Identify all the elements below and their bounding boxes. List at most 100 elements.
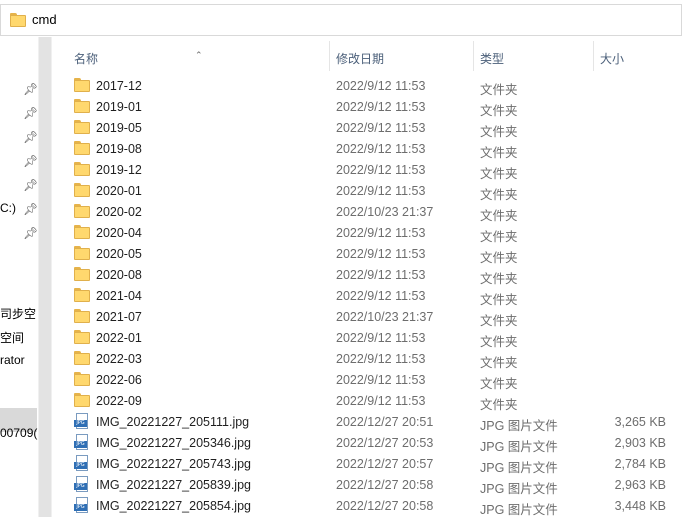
file-date: 2022/9/12 11:53 bbox=[336, 142, 426, 156]
nav-label: C:) bbox=[0, 201, 16, 215]
file-date: 2022/9/12 11:53 bbox=[336, 184, 426, 198]
file-row[interactable]: 2022-03 2022/9/12 11:53 文件夹 bbox=[52, 348, 688, 370]
nav-item[interactable]: 📌︎ bbox=[0, 77, 38, 101]
file-row[interactable]: JPG IMG_20221227_205346.jpg 2022/12/27 2… bbox=[52, 432, 688, 454]
file-row[interactable]: 2022-06 2022/9/12 11:53 文件夹 bbox=[52, 369, 688, 391]
pin-icon: 📌︎ bbox=[23, 154, 38, 168]
file-row[interactable]: JPG IMG_20221227_205111.jpg 2022/12/27 2… bbox=[52, 411, 688, 433]
file-name: 2019-01 bbox=[96, 100, 142, 114]
file-row[interactable]: JPG IMG_20221227_205743.jpg 2022/12/27 2… bbox=[52, 453, 688, 475]
nav-scrollbar-thumb[interactable] bbox=[39, 37, 51, 517]
file-row[interactable]: JPG IMG_20221227_205839.jpg 2022/12/27 2… bbox=[52, 474, 688, 496]
file-row[interactable]: JPG IMG_20221227_205854.jpg 2022/12/27 2… bbox=[52, 495, 688, 517]
file-date: 2022/9/12 11:53 bbox=[336, 289, 426, 303]
folder-icon bbox=[74, 288, 90, 302]
address-path[interactable]: cmd bbox=[32, 12, 57, 27]
file-row[interactable]: 2020-08 2022/9/12 11:53 文件夹 bbox=[52, 264, 688, 286]
nav-item[interactable]: 司步空 bbox=[0, 301, 38, 325]
nav-item[interactable]: 📌︎ bbox=[0, 173, 38, 197]
file-row[interactable]: 2017-12 2022/9/12 11:53 文件夹 bbox=[52, 75, 688, 97]
file-row[interactable]: 2019-12 2022/9/12 11:53 文件夹 bbox=[52, 159, 688, 181]
file-name: IMG_20221227_205854.jpg bbox=[96, 499, 251, 513]
column-size[interactable]: 大小 bbox=[594, 41, 684, 71]
file-row[interactable]: 2019-08 2022/9/12 11:53 文件夹 bbox=[52, 138, 688, 160]
file-row[interactable]: 2020-05 2022/9/12 11:53 文件夹 bbox=[52, 243, 688, 265]
file-row[interactable]: 2019-05 2022/9/12 11:53 文件夹 bbox=[52, 117, 688, 139]
column-type-label: 类型 bbox=[480, 52, 505, 66]
folder-icon bbox=[74, 372, 90, 386]
nav-scrollbar[interactable] bbox=[38, 37, 52, 517]
file-name: 2022-09 bbox=[96, 394, 142, 408]
folder-icon bbox=[74, 78, 90, 92]
folder-icon bbox=[74, 225, 90, 239]
pin-icon: 📌︎ bbox=[23, 130, 38, 144]
file-name: 2022-01 bbox=[96, 331, 142, 345]
address-bar[interactable]: cmd bbox=[0, 4, 682, 36]
file-date: 2022/9/12 11:53 bbox=[336, 352, 426, 366]
file-row[interactable]: 2021-04 2022/9/12 11:53 文件夹 bbox=[52, 285, 688, 307]
file-date: 2022/9/12 11:53 bbox=[336, 394, 426, 408]
folder-icon bbox=[74, 99, 90, 113]
file-size: 3,448 KB bbox=[614, 499, 666, 513]
folder-icon bbox=[74, 267, 90, 281]
file-row[interactable]: 2021-07 2022/10/23 21:37 文件夹 bbox=[52, 306, 688, 328]
file-row[interactable]: 2020-04 2022/9/12 11:53 文件夹 bbox=[52, 222, 688, 244]
nav-item[interactable]: 📌︎ bbox=[0, 125, 38, 149]
nav-item[interactable]: 📌︎ bbox=[0, 149, 38, 173]
file-name: 2019-08 bbox=[96, 142, 142, 156]
file-row[interactable]: 2020-02 2022/10/23 21:37 文件夹 bbox=[52, 201, 688, 223]
file-date: 2022/9/12 11:53 bbox=[336, 226, 426, 240]
pin-icon: 📌︎ bbox=[23, 202, 38, 216]
file-row[interactable]: 2022-01 2022/9/12 11:53 文件夹 bbox=[52, 327, 688, 349]
jpg-file-icon: JPG bbox=[74, 434, 90, 450]
column-date[interactable]: 修改日期 bbox=[330, 41, 474, 71]
file-date: 2022/12/27 20:57 bbox=[336, 457, 434, 471]
file-name: 2020-04 bbox=[96, 226, 142, 240]
file-row[interactable]: 2022-09 2022/9/12 11:53 文件夹 bbox=[52, 390, 688, 412]
file-date: 2022/12/27 20:51 bbox=[336, 415, 434, 429]
column-name-label: 名称 bbox=[74, 52, 99, 66]
nav-item[interactable]: 📌︎ bbox=[0, 101, 38, 125]
jpg-file-icon: JPG bbox=[74, 455, 90, 471]
file-row[interactable]: 2019-01 2022/9/12 11:53 文件夹 bbox=[52, 96, 688, 118]
pin-icon: 📌︎ bbox=[23, 106, 38, 120]
nav-item[interactable]: C:) 📌︎ bbox=[0, 197, 38, 221]
navigation-pane: 📌︎ 📌︎ 📌︎ 📌︎ 📌︎ C:) 📌︎ 📌︎ 司步空 空间 rator 00… bbox=[0, 37, 38, 517]
file-name: 2020-08 bbox=[96, 268, 142, 282]
nav-label: rator bbox=[0, 353, 25, 367]
nav-item[interactable]: rator bbox=[0, 349, 38, 373]
file-name: 2020-05 bbox=[96, 247, 142, 261]
file-name: 2019-12 bbox=[96, 163, 142, 177]
folder-icon bbox=[74, 204, 90, 218]
jpg-file-icon: JPG bbox=[74, 413, 90, 429]
folder-icon bbox=[74, 330, 90, 344]
file-size: 2,963 KB bbox=[614, 478, 666, 492]
nav-item[interactable]: 空间 bbox=[0, 325, 38, 349]
file-date: 2022/12/27 20:58 bbox=[336, 478, 434, 492]
nav-label: 00709( bbox=[0, 426, 38, 440]
file-date: 2022/12/27 20:58 bbox=[336, 499, 434, 513]
column-name[interactable]: ⌃ 名称 bbox=[52, 41, 330, 71]
nav-label: 司步空 bbox=[0, 307, 37, 321]
file-date: 2022/9/12 11:53 bbox=[336, 79, 426, 93]
file-size: 3,265 KB bbox=[614, 415, 666, 429]
file-date: 2022/10/23 21:37 bbox=[336, 310, 434, 324]
folder-icon bbox=[74, 162, 90, 176]
column-date-label: 修改日期 bbox=[336, 52, 385, 66]
column-size-label: 大小 bbox=[600, 52, 625, 66]
pin-icon: 📌︎ bbox=[23, 178, 38, 192]
nav-item[interactable]: 00709( bbox=[0, 422, 38, 446]
folder-icon bbox=[74, 351, 90, 365]
nav-item[interactable]: 📌︎ bbox=[0, 221, 38, 245]
file-name: 2022-06 bbox=[96, 373, 142, 387]
file-size: 2,903 KB bbox=[614, 436, 666, 450]
pin-icon: 📌︎ bbox=[23, 82, 38, 96]
file-name: IMG_20221227_205111.jpg bbox=[96, 415, 250, 429]
file-name: 2021-04 bbox=[96, 289, 142, 303]
column-type[interactable]: 类型 bbox=[474, 41, 594, 71]
file-name: 2020-01 bbox=[96, 184, 142, 198]
file-date: 2022/9/12 11:53 bbox=[336, 373, 426, 387]
file-name: 2019-05 bbox=[96, 121, 142, 135]
column-header: ⌃ 名称 修改日期 类型 大小 bbox=[52, 41, 688, 71]
file-row[interactable]: 2020-01 2022/9/12 11:53 文件夹 bbox=[52, 180, 688, 202]
